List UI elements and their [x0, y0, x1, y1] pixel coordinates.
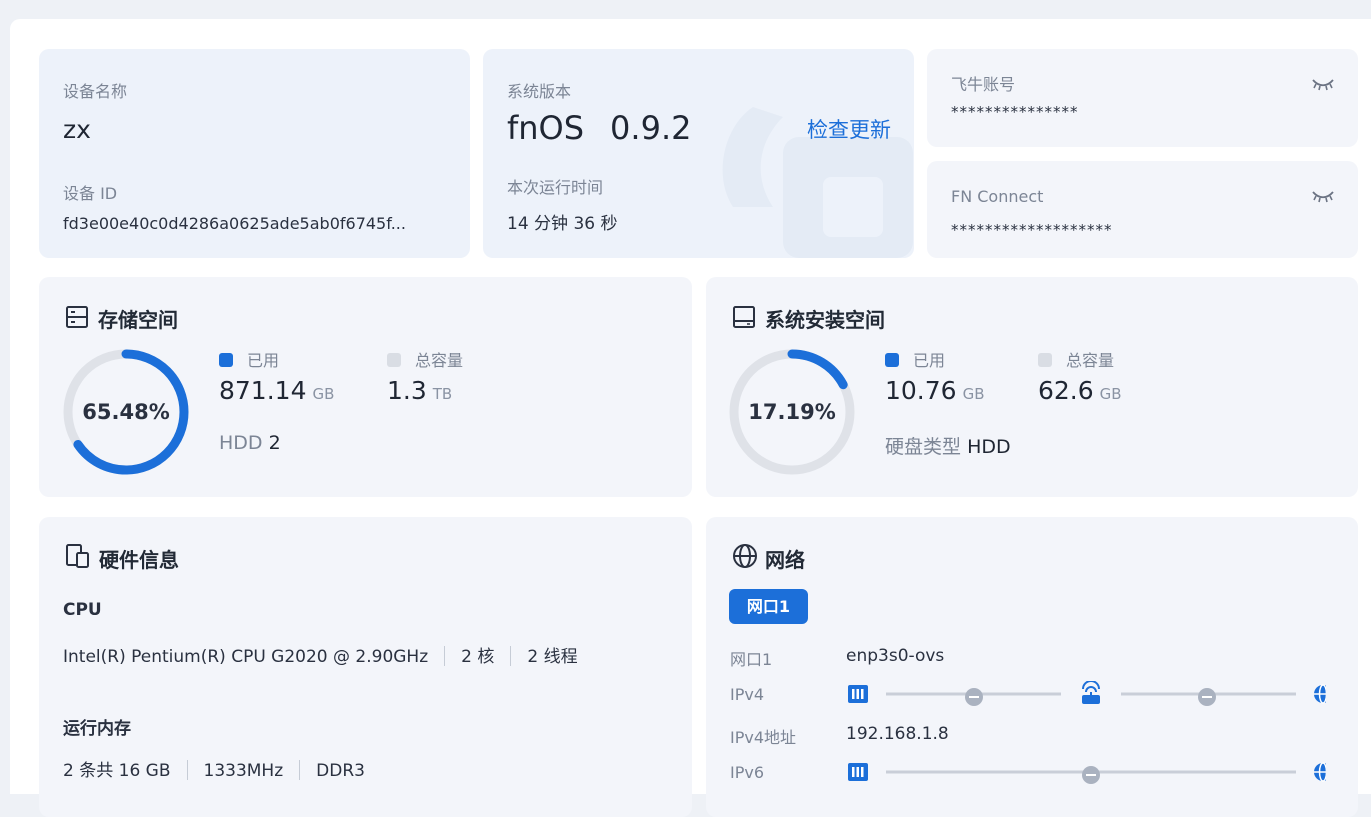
ipv4-address-label: IPv4地址 — [730, 728, 797, 747]
used-label: 已用 — [247, 351, 280, 370]
storage-disk-info: HDD 2 — [219, 432, 281, 454]
fnconnect-card: FN Connect ******************* — [927, 161, 1358, 258]
internet-globe-icon — [1314, 684, 1332, 704]
tab-port1[interactable]: 网口1 — [729, 589, 808, 624]
sys-total-legend: 总容量 — [1038, 347, 1114, 371]
divider — [299, 760, 301, 780]
internet-globe-icon — [1314, 762, 1332, 782]
disk-count: 2 — [268, 432, 281, 454]
storage-total: 1.3 TB — [387, 376, 452, 405]
device-name: zx — [63, 115, 91, 144]
cpu-threads: 2 线程 — [527, 647, 578, 667]
ram-total: 2 条共 16 GB — [63, 761, 171, 781]
sys-disk-info: 硬盘类型 HDD — [885, 432, 1011, 459]
storage-total-unit: TB — [432, 385, 453, 403]
device-card: 设备名称 zx 设备 ID fd3e00e40c0d4286a0625ade5a… — [39, 49, 470, 258]
os-name: fnOS — [507, 109, 585, 147]
sys-used-unit: GB — [962, 385, 985, 403]
sys-total-unit: GB — [1099, 385, 1122, 403]
hardware-card: 硬件信息 CPU Intel(R) Pentium(R) CPU G2020 @… — [39, 517, 692, 817]
ram-label: 运行内存 — [63, 719, 131, 739]
cpu-info: Intel(R) Pentium(R) CPU G2020 @ 2.90GHz 2… — [63, 642, 578, 667]
network-card: 网络 网口1 网口1 enp3s0-ovs IPv4 IPv4地址 192.16… — [706, 517, 1358, 817]
used-legend-swatch — [885, 353, 899, 367]
disk-type: HDD — [219, 432, 263, 454]
system-version-label: 系统版本 — [507, 82, 572, 101]
cpu-label: CPU — [63, 600, 102, 620]
uptime-label: 本次运行时间 — [507, 178, 604, 197]
storage-used: 871.14 GB — [219, 376, 334, 405]
total-label: 总容量 — [415, 351, 464, 370]
storage-total-legend: 总容量 — [387, 347, 463, 371]
storage-percent: 65.48% — [82, 400, 170, 424]
storage-used-value: 871.14 — [219, 376, 307, 405]
globe-icon — [733, 544, 757, 568]
ram-info: 2 条共 16 GB 1333MHz DDR3 — [63, 756, 365, 781]
drive-icon — [733, 306, 755, 328]
sys-used-value: 10.76 — [885, 376, 957, 405]
sys-storage-ring: 17.19% — [728, 348, 856, 476]
eye-closed-icon[interactable] — [1311, 77, 1335, 93]
sys-storage-card[interactable]: 系统安装空间 17.19% 已用 10.76 GB 总容量 62.6 GB 硬盘类型… — [706, 277, 1358, 497]
sys-total: 62.6 GB — [1038, 376, 1122, 405]
total-legend-swatch — [387, 353, 401, 367]
fnconnect-label: FN Connect — [951, 187, 1044, 206]
divider — [186, 760, 188, 780]
storage-used-legend: 已用 — [219, 347, 279, 371]
storage-ring: 65.48% — [62, 348, 190, 476]
account-card: 飞牛账号 *************** — [927, 49, 1358, 147]
port-label: 网口1 — [730, 650, 773, 669]
storage-title: 存储空间 — [98, 308, 178, 332]
sys-storage-title: 系统安装空间 — [765, 308, 885, 332]
divider — [444, 646, 446, 666]
fnconnect-masked: ******************* — [951, 221, 1113, 239]
ram-type: DDR3 — [316, 761, 365, 781]
eye-closed-icon[interactable] — [1311, 189, 1335, 205]
storage-total-value: 1.3 — [387, 376, 427, 405]
sys-used: 10.76 GB — [885, 376, 985, 405]
system-version: fnOS 0.9.2 — [507, 109, 691, 147]
ipv6-topology — [846, 759, 1332, 787]
disk-type: HDD — [967, 436, 1011, 458]
check-update-link[interactable]: 检查更新 — [807, 114, 891, 144]
sys-used-legend: 已用 — [885, 347, 945, 371]
system-card: 系统版本 fnOS 0.9.2 检查更新 本次运行时间 14 分钟 36 秒 — [483, 49, 914, 258]
total-label: 总容量 — [1066, 351, 1115, 370]
hardware-title: 硬件信息 — [99, 548, 179, 572]
router-icon — [1082, 680, 1100, 704]
devices-icon — [66, 544, 89, 568]
network-title: 网络 — [765, 548, 805, 572]
ipv6-label: IPv6 — [730, 763, 765, 782]
device-id: fd3e00e40c0d4286a0625ade5ab0f6745f... — [63, 214, 406, 233]
uptime-value: 14 分钟 36 秒 — [507, 214, 618, 234]
sys-total-value: 62.6 — [1038, 376, 1094, 405]
divider — [510, 646, 512, 666]
ipv4-address: 192.168.1.8 — [846, 724, 949, 744]
cpu-cores: 2 核 — [461, 647, 495, 667]
used-label: 已用 — [913, 351, 946, 370]
ipv4-topology — [846, 680, 1332, 709]
disk-type-label: 硬盘类型 — [885, 436, 962, 458]
os-version: 0.9.2 — [610, 109, 692, 147]
total-legend-swatch — [1038, 353, 1052, 367]
ram-speed: 1333MHz — [203, 761, 284, 781]
storage-card[interactable]: 存储空间 65.48% 已用 871.14 GB 总容量 1.3 TB HDD 2 — [39, 277, 692, 497]
sys-storage-percent: 17.19% — [748, 400, 836, 424]
storage-used-unit: GB — [312, 385, 335, 403]
storage-icon — [66, 306, 88, 328]
account-masked: *************** — [951, 103, 1079, 121]
device-id-label: 设备 ID — [63, 184, 118, 203]
used-legend-swatch — [219, 353, 233, 367]
device-name-label: 设备名称 — [63, 82, 128, 101]
cpu-model: Intel(R) Pentium(R) CPU G2020 @ 2.90GHz — [63, 647, 429, 667]
account-label: 飞牛账号 — [951, 75, 1016, 94]
port-value: enp3s0-ovs — [846, 646, 945, 666]
ipv4-label: IPv4 — [730, 685, 765, 704]
